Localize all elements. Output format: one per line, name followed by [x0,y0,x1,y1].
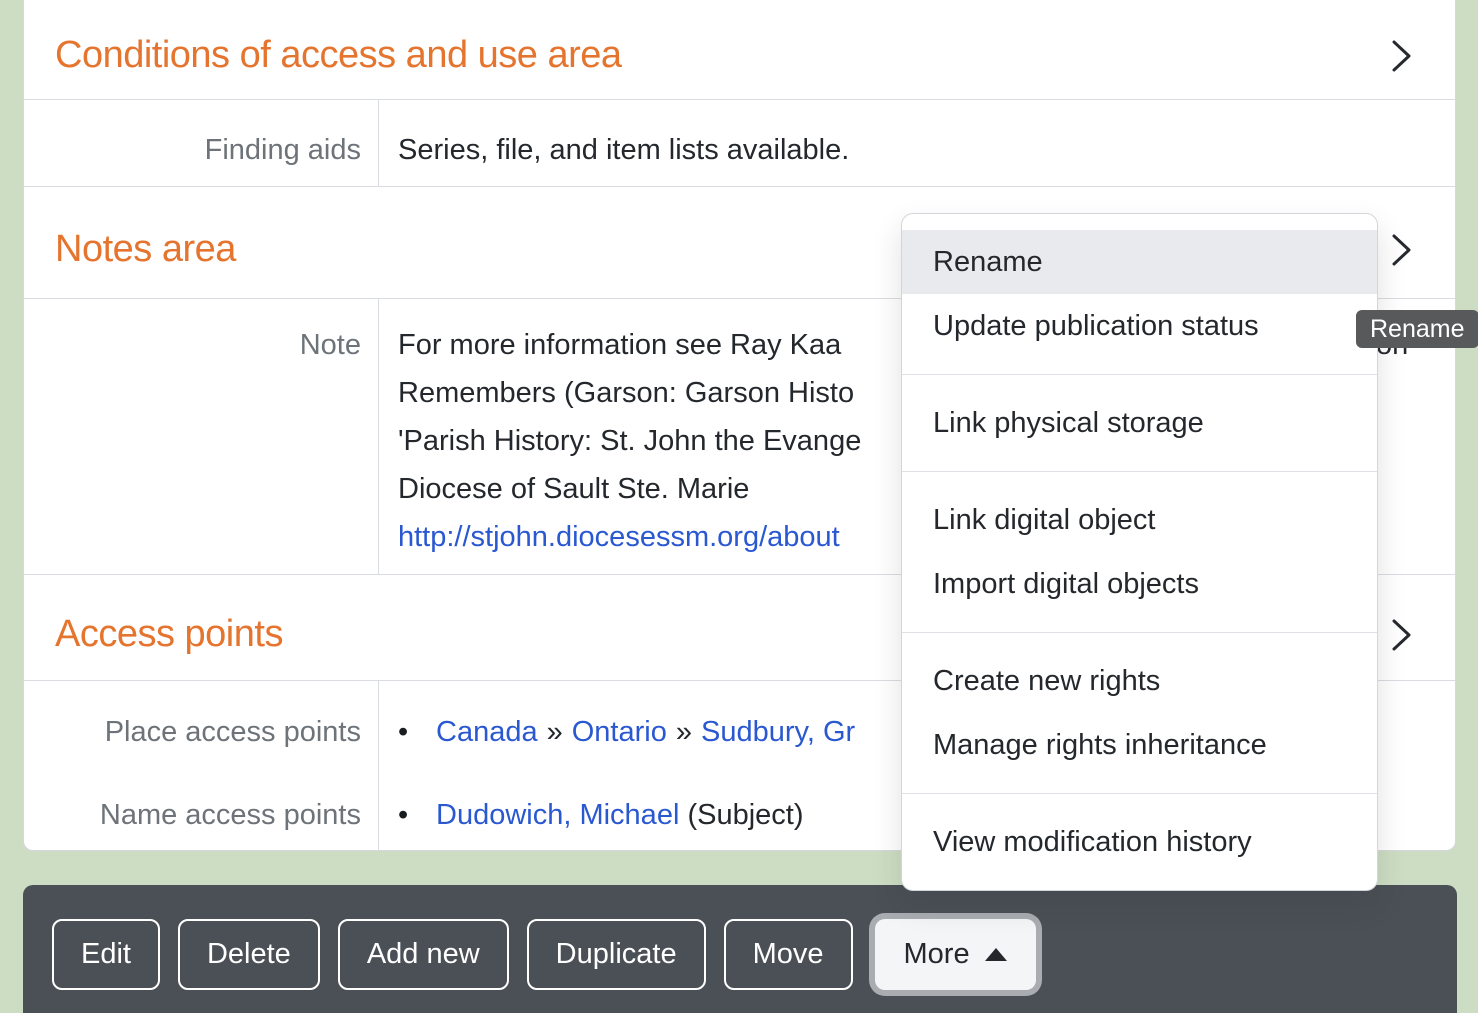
move-button[interactable]: Move [724,919,853,990]
finding-aids-label: Finding aids [24,100,379,186]
archival-description-page: Conditions of access and use area Findin… [0,0,1478,1013]
place-link-province[interactable]: Ontario [572,716,667,748]
place-access-points-label: Place access points [105,708,361,756]
section-title-access-points: Access points [55,613,283,656]
section-title-notes: Notes area [55,228,236,271]
add-new-button[interactable]: Add new [338,919,509,990]
menu-item-link-digital-object[interactable]: Link digital object [902,488,1377,552]
name-access-point-qualifier: (Subject) [687,799,803,831]
menu-item-update-publication-status[interactable]: Update publication status [902,294,1377,358]
bullet-icon: • [398,708,436,756]
place-link-city[interactable]: Sudbury, Gr [701,716,855,748]
menu-divider [902,793,1377,794]
more-button[interactable]: More [875,919,1036,990]
menu-divider [902,374,1377,375]
chevron-right-icon[interactable] [1390,615,1413,655]
rename-tooltip: Rename [1356,310,1478,348]
place-access-point-item: •Canada»Ontario»Sudbury, Gr [398,708,855,756]
menu-item-link-physical-storage[interactable]: Link physical storage [902,391,1377,455]
more-dropdown-menu: Rename Update publication status Link ph… [901,213,1378,891]
more-button-label: More [904,938,970,971]
action-bar: Edit Delete Add new Duplicate Move More [23,885,1457,1013]
chevron-right-icon[interactable] [1390,36,1413,76]
name-access-points-label: Name access points [100,791,361,839]
duplicate-button[interactable]: Duplicate [527,919,706,990]
section-title-conditions: Conditions of access and use area [55,34,622,77]
finding-aids-value: Series, file, and item lists available. [379,100,1455,186]
finding-aids-row: Finding aids Series, file, and item list… [24,100,1455,187]
edit-button[interactable]: Edit [52,919,160,990]
access-points-labels: Place access points Name access points [24,681,379,851]
bullet-icon: • [398,791,436,839]
name-access-point-item: •Dudowich, Michael (Subject) [398,791,804,839]
note-url-link[interactable]: http://stjohn.diocesessm.org/about [398,521,840,553]
section-header-conditions-of-access: Conditions of access and use area [24,0,1455,100]
note-label: Note [24,299,379,574]
name-access-point-link[interactable]: Dudowich, Michael [436,799,679,831]
place-separator: » [538,716,572,748]
menu-divider [902,471,1377,472]
menu-divider [902,632,1377,633]
delete-button[interactable]: Delete [178,919,320,990]
place-link-country[interactable]: Canada [436,716,538,748]
menu-item-view-modification-history[interactable]: View modification history [902,810,1377,874]
menu-item-import-digital-objects[interactable]: Import digital objects [902,552,1377,616]
menu-item-rename[interactable]: Rename [902,230,1377,294]
place-separator: » [667,716,701,748]
chevron-right-icon[interactable] [1390,230,1413,270]
menu-item-manage-rights-inheritance[interactable]: Manage rights inheritance [902,713,1377,777]
caret-up-icon [985,948,1007,961]
menu-item-create-new-rights[interactable]: Create new rights [902,649,1377,713]
